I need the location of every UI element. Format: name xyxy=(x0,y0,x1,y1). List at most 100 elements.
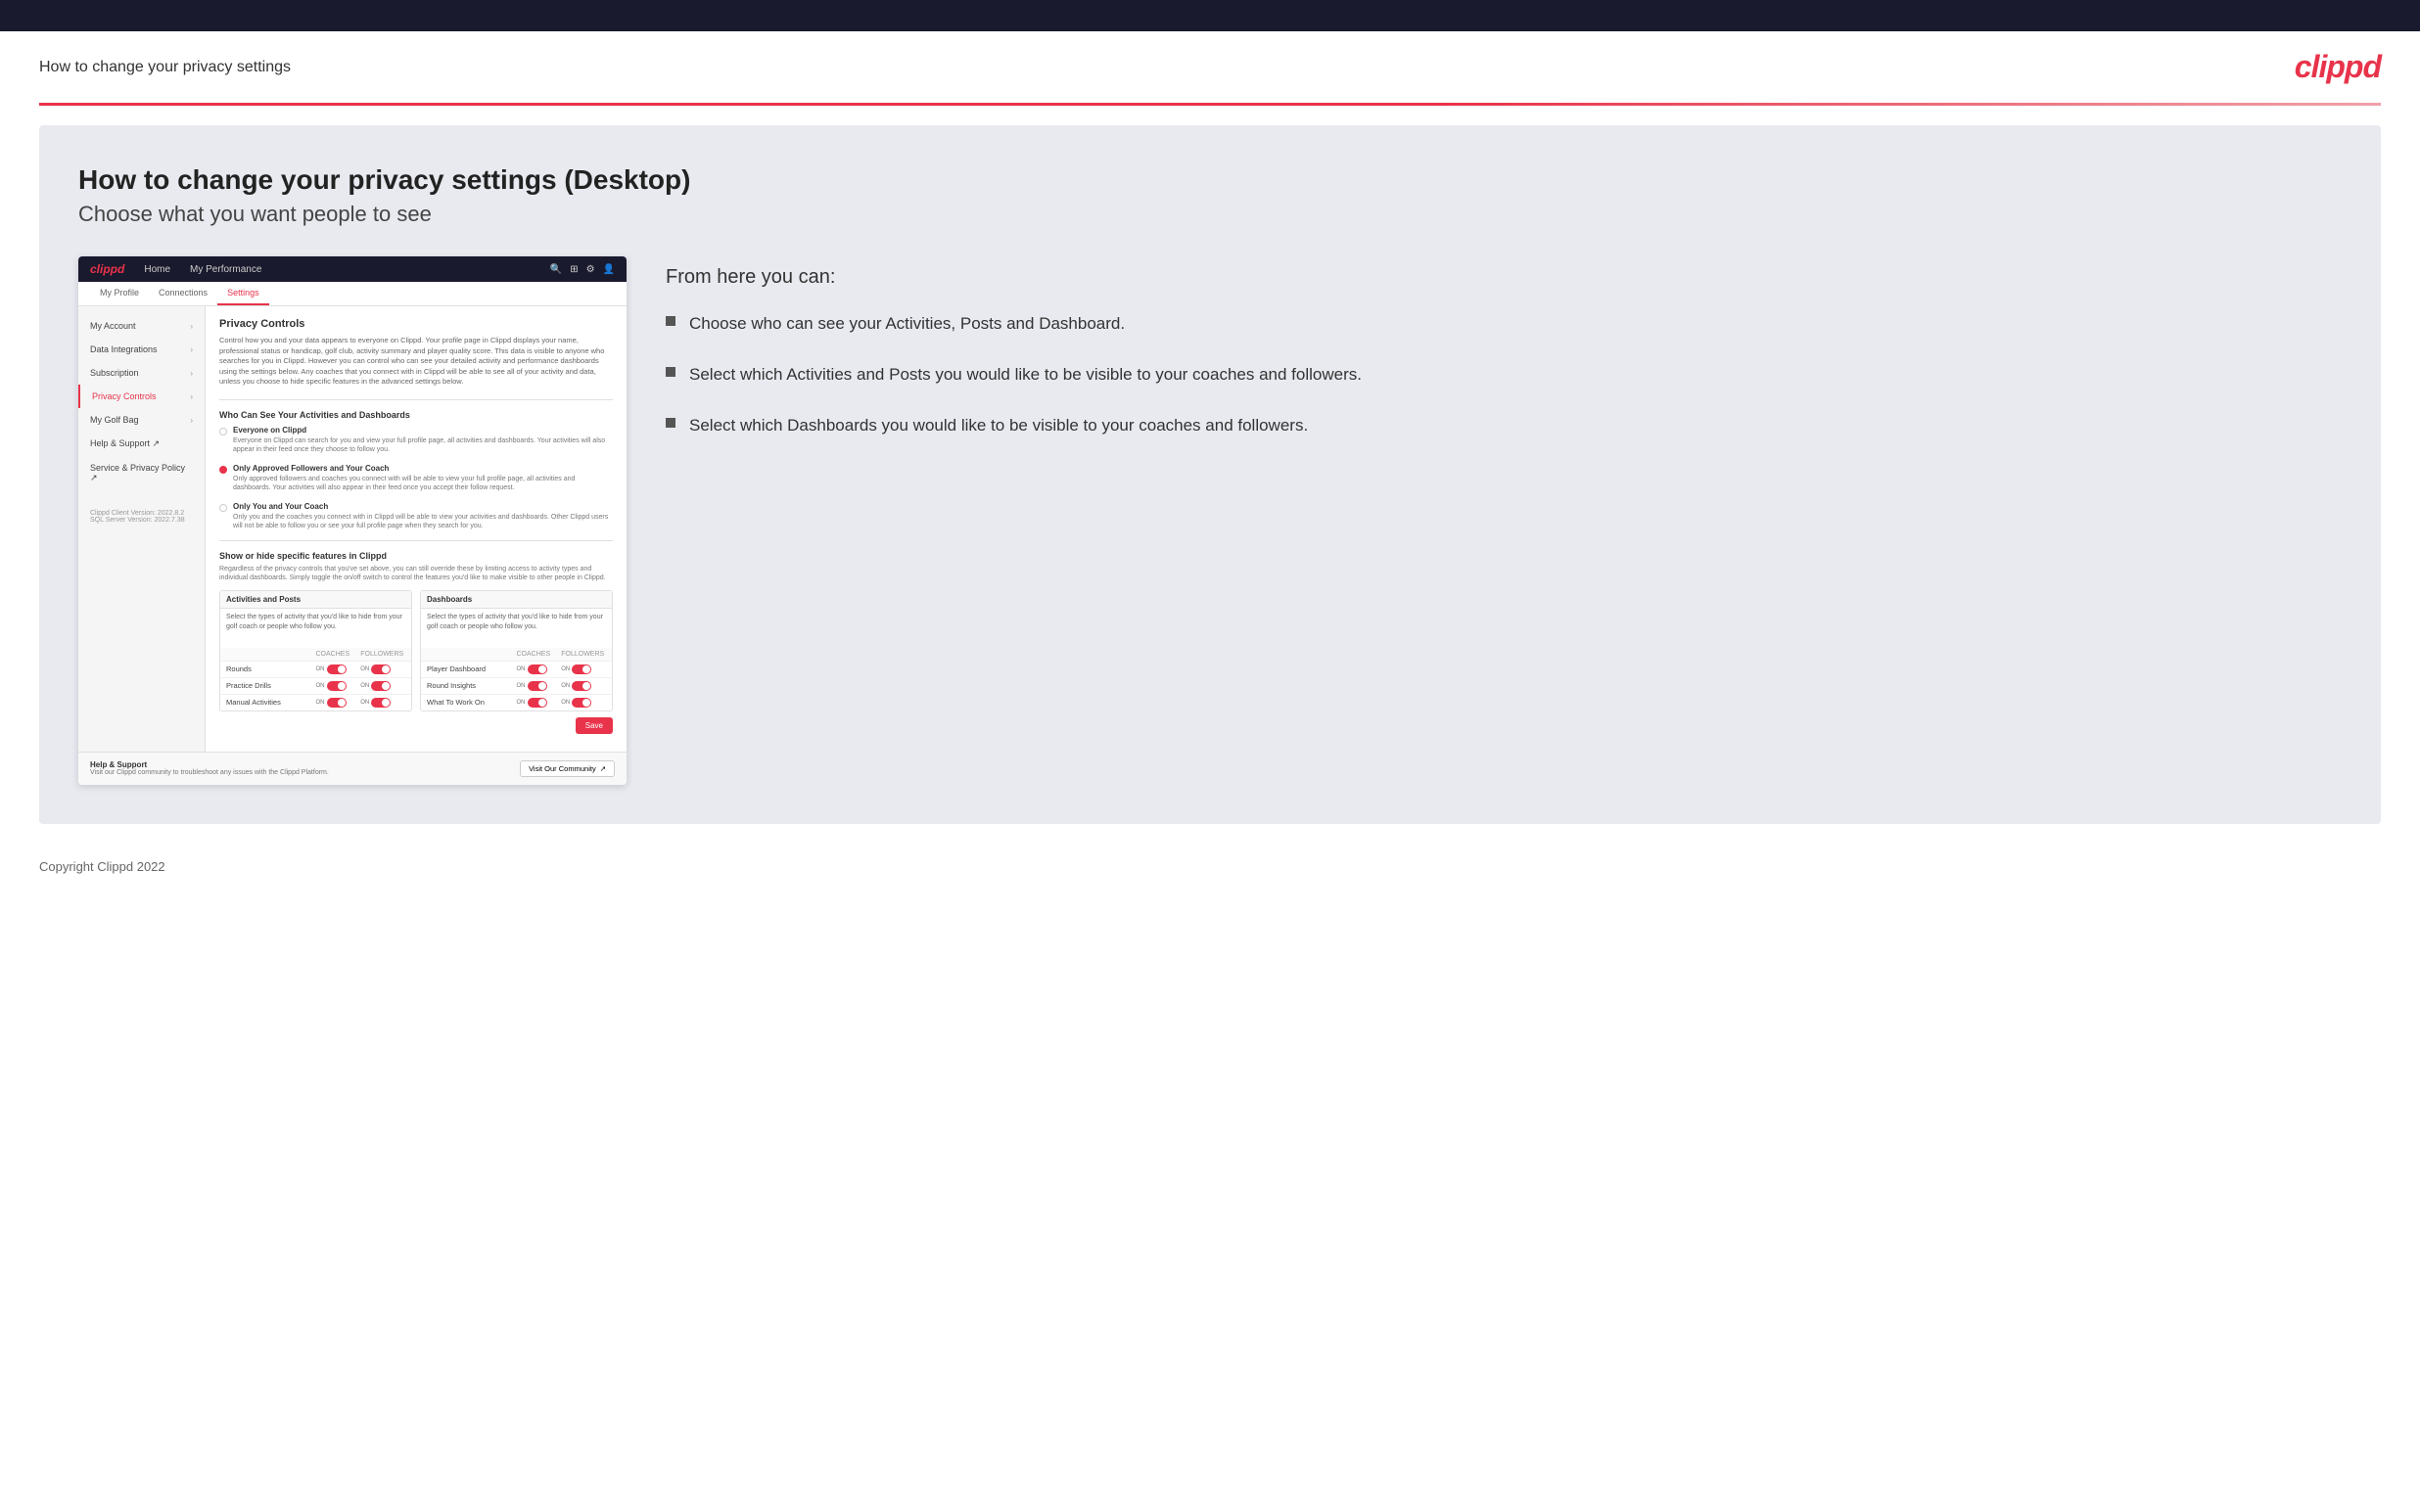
app-sidebar: My Account › Data Integrations › Subscri… xyxy=(78,306,206,752)
radio-everyone[interactable]: Everyone on Clippd Everyone on Clippd ca… xyxy=(219,426,613,454)
switch-ri-followers[interactable] xyxy=(572,681,591,691)
switch-manual-followers[interactable] xyxy=(371,698,391,708)
sidebar-label-help: Help & Support ↗ xyxy=(90,438,160,449)
search-icon: 🔍 xyxy=(550,264,562,275)
bullet-square-3 xyxy=(666,418,675,428)
switch-pd-followers[interactable] xyxy=(572,664,591,674)
bullet-square-1 xyxy=(666,316,675,326)
save-button[interactable]: Save xyxy=(576,717,613,734)
toggle-ri-followers[interactable]: ON xyxy=(561,681,606,691)
sidebar-version: Clippd Client Version: 2022.8.2SQL Serve… xyxy=(78,490,205,531)
toggle-wtwo-coaches[interactable]: ON xyxy=(517,698,562,708)
radio-label-followers: Only Approved Followers and Your Coach xyxy=(233,464,613,473)
footer: Copyright Clippd 2022 xyxy=(0,844,2420,890)
radio-followers[interactable]: Only Approved Followers and Your Coach O… xyxy=(219,464,613,492)
toggle-label-what-to-work-on: What To Work On xyxy=(427,698,517,707)
toggle-pd-coaches[interactable]: ON xyxy=(517,664,562,674)
chevron-icon: › xyxy=(190,345,193,354)
show-hide-section: Show or hide specific features in Clippd… xyxy=(219,551,613,711)
toggle-row-rounds: Rounds ON ON xyxy=(220,661,411,677)
show-hide-desc: Regardless of the privacy controls that … xyxy=(219,565,613,582)
radio-coach-only[interactable]: Only You and Your Coach Only you and the… xyxy=(219,502,613,530)
chevron-icon: › xyxy=(190,392,193,401)
switch-rounds-followers[interactable] xyxy=(371,664,391,674)
switch-wtwo-followers[interactable] xyxy=(572,698,591,708)
sidebar-item-data[interactable]: Data Integrations › xyxy=(78,338,205,361)
tab-my-profile[interactable]: My Profile xyxy=(90,282,149,305)
grid-icon: ⊞ xyxy=(570,264,578,275)
visit-community-button[interactable]: Visit Our Community ↗ xyxy=(520,760,615,777)
tab-connections[interactable]: Connections xyxy=(149,282,217,305)
privacy-controls-title: Privacy Controls xyxy=(219,318,613,330)
bullet-list: Choose who can see your Activities, Post… xyxy=(666,312,2342,436)
col-followers-label: FOLLOWERS xyxy=(360,651,405,658)
dashboards-table: Dashboards Select the types of activity … xyxy=(420,590,613,711)
toggle-practice-coaches[interactable]: ON xyxy=(316,681,361,691)
radio-circle-followers xyxy=(219,466,227,474)
toggle-manual-coaches[interactable]: ON xyxy=(316,698,361,708)
content-row: clippd Home My Performance 🔍 ⊞ ⚙ 👤 My Pr… xyxy=(78,256,2342,785)
switch-practice-followers[interactable] xyxy=(371,681,391,691)
switch-rounds-coaches[interactable] xyxy=(327,664,347,674)
top-bar xyxy=(0,0,2420,31)
switch-manual-coaches[interactable] xyxy=(327,698,347,708)
radio-circle-coach-only xyxy=(219,504,227,512)
col-dashboard xyxy=(427,651,517,658)
app-nav-performance: My Performance xyxy=(190,264,261,275)
toggle-pd-followers[interactable]: ON xyxy=(561,664,606,674)
app-nav-home: Home xyxy=(144,264,170,275)
toggle-label-rounds: Rounds xyxy=(226,664,316,673)
toggle-ri-coaches[interactable]: ON xyxy=(517,681,562,691)
switch-ri-coaches[interactable] xyxy=(528,681,547,691)
toggle-row-practice: Practice Drills ON ON xyxy=(220,677,411,694)
toggle-tables: Activities and Posts Select the types of… xyxy=(219,590,613,711)
toggle-row-player-dashboard: Player Dashboard ON ON xyxy=(421,661,612,677)
tab-settings[interactable]: Settings xyxy=(217,282,269,305)
sidebar-label-subscription: Subscription xyxy=(90,368,139,378)
toggle-rounds-coaches[interactable]: ON xyxy=(316,664,361,674)
divider xyxy=(39,103,2381,106)
sidebar-item-privacy[interactable]: Privacy Controls › xyxy=(78,385,205,408)
dashboards-desc: Select the types of activity that you'd … xyxy=(421,609,612,636)
sidebar-label-data: Data Integrations xyxy=(90,344,158,354)
switch-practice-coaches[interactable] xyxy=(327,681,347,691)
dashboards-col-headers: COACHES FOLLOWERS xyxy=(421,648,612,661)
switch-wtwo-coaches[interactable] xyxy=(528,698,547,708)
save-btn-row: Save xyxy=(219,711,613,740)
col-activity xyxy=(226,651,316,658)
switch-pd-coaches[interactable] xyxy=(528,664,547,674)
sidebar-item-golfbag[interactable]: My Golf Bag › xyxy=(78,408,205,432)
who-can-see-title: Who Can See Your Activities and Dashboar… xyxy=(219,410,613,420)
toggle-row-manual: Manual Activities ON ON xyxy=(220,694,411,710)
activities-table-title: Activities and Posts xyxy=(220,591,411,609)
chevron-icon: › xyxy=(190,322,193,331)
sidebar-label-policy: Service & Privacy Policy ↗ xyxy=(90,463,193,483)
toggle-rounds-followers[interactable]: ON xyxy=(360,664,405,674)
app-logo: clippd xyxy=(90,262,124,276)
radio-desc-everyone: Everyone on Clippd can search for you an… xyxy=(233,436,613,454)
bullet-text-3: Select which Dashboards you would like t… xyxy=(689,414,1308,437)
toggle-practice-followers[interactable]: ON xyxy=(360,681,405,691)
toggle-label-manual: Manual Activities xyxy=(226,698,316,707)
app-main-area: Privacy Controls Control how you and you… xyxy=(206,306,627,752)
radio-desc-followers: Only approved followers and coaches you … xyxy=(233,475,613,492)
help-title: Help & Support xyxy=(90,760,329,769)
divider-1 xyxy=(219,399,613,400)
toggle-manual-followers[interactable]: ON xyxy=(360,698,405,708)
radio-label-everyone: Everyone on Clippd xyxy=(233,426,613,435)
radio-label-coach-only: Only You and Your Coach xyxy=(233,502,613,511)
sidebar-label-privacy: Privacy Controls xyxy=(92,391,157,401)
bullet-item-3: Select which Dashboards you would like t… xyxy=(666,414,2342,437)
toggle-wtwo-followers[interactable]: ON xyxy=(561,698,606,708)
sidebar-item-subscription[interactable]: Subscription › xyxy=(78,361,205,385)
sidebar-item-account[interactable]: My Account › xyxy=(78,314,205,338)
visit-community-label: Visit Our Community xyxy=(529,764,596,773)
chevron-icon: › xyxy=(190,369,193,378)
sidebar-item-privacy-policy[interactable]: Service & Privacy Policy ↗ xyxy=(78,456,205,490)
page-heading: How to change your privacy settings (Des… xyxy=(78,164,2342,196)
sidebar-item-help[interactable]: Help & Support ↗ xyxy=(78,432,205,456)
user-icon: 👤 xyxy=(603,264,615,275)
footer-text: Copyright Clippd 2022 xyxy=(39,859,165,874)
radio-content-coach-only: Only You and Your Coach Only you and the… xyxy=(233,502,613,530)
radio-circle-everyone xyxy=(219,428,227,435)
